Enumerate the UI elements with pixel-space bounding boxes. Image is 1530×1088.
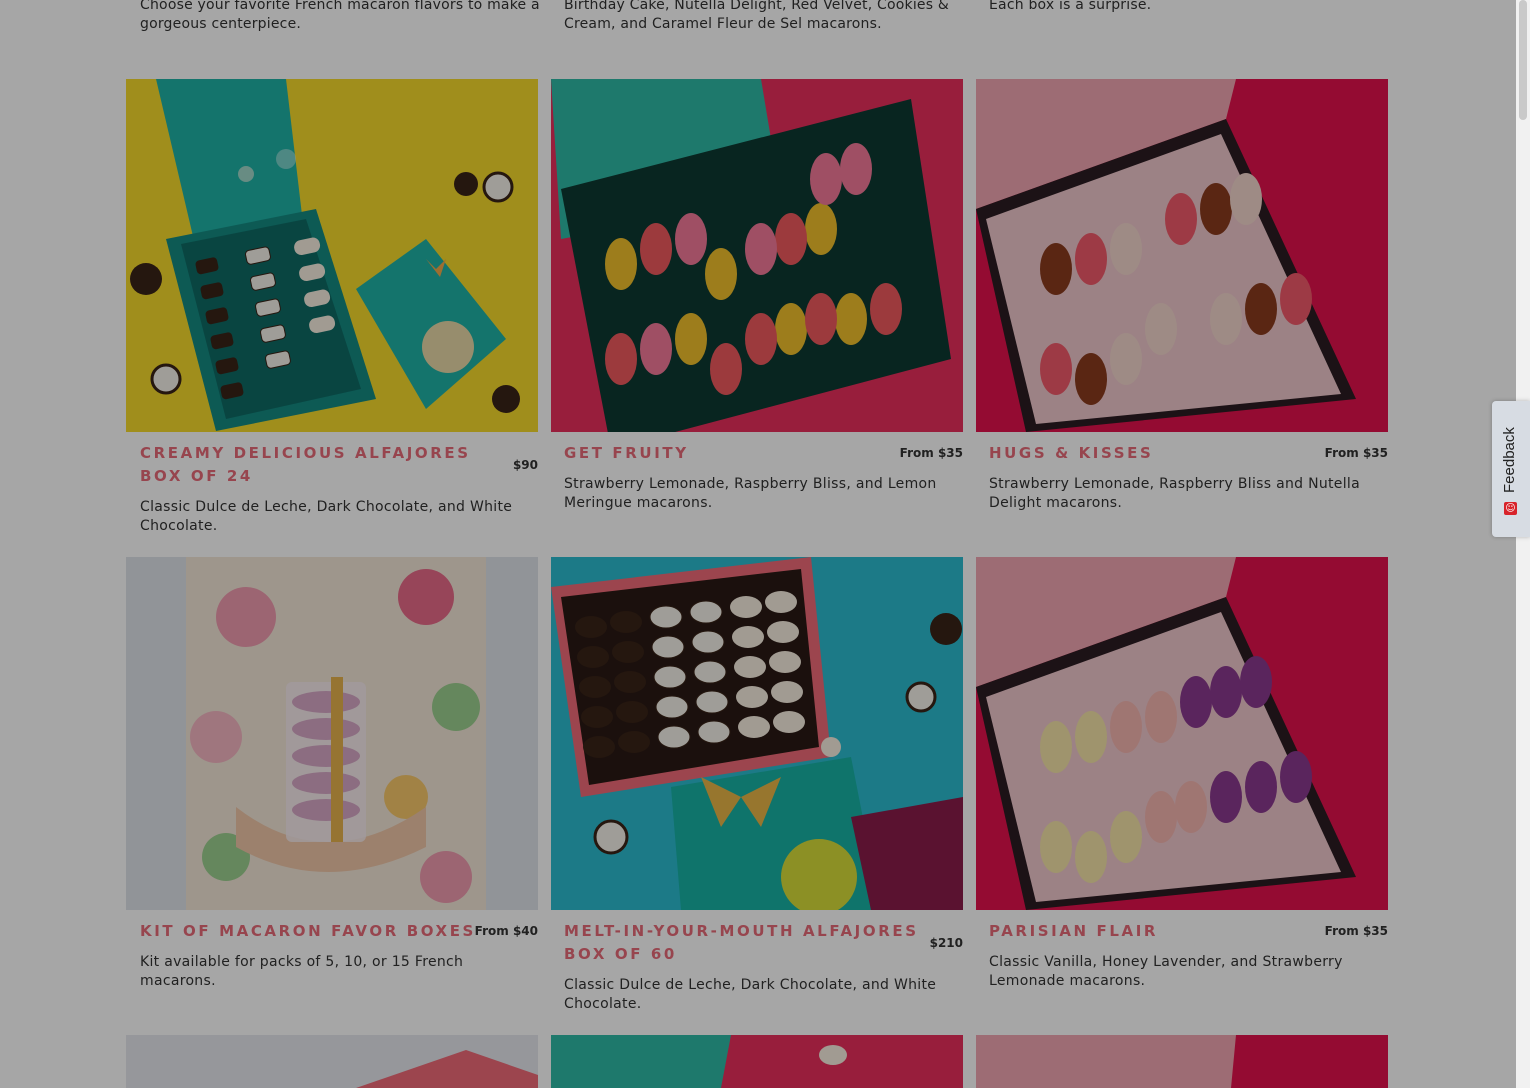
feedback-label: Feedback: [1501, 427, 1518, 493]
modal-backdrop[interactable]: [0, 0, 1516, 1088]
page-scrollbar[interactable]: [1516, 0, 1530, 1088]
feedback-logo-icon: ☺: [1504, 502, 1517, 515]
feedback-button[interactable]: Feedback ☺: [1492, 401, 1530, 537]
scrollbar-thumb[interactable]: [1519, 0, 1527, 120]
